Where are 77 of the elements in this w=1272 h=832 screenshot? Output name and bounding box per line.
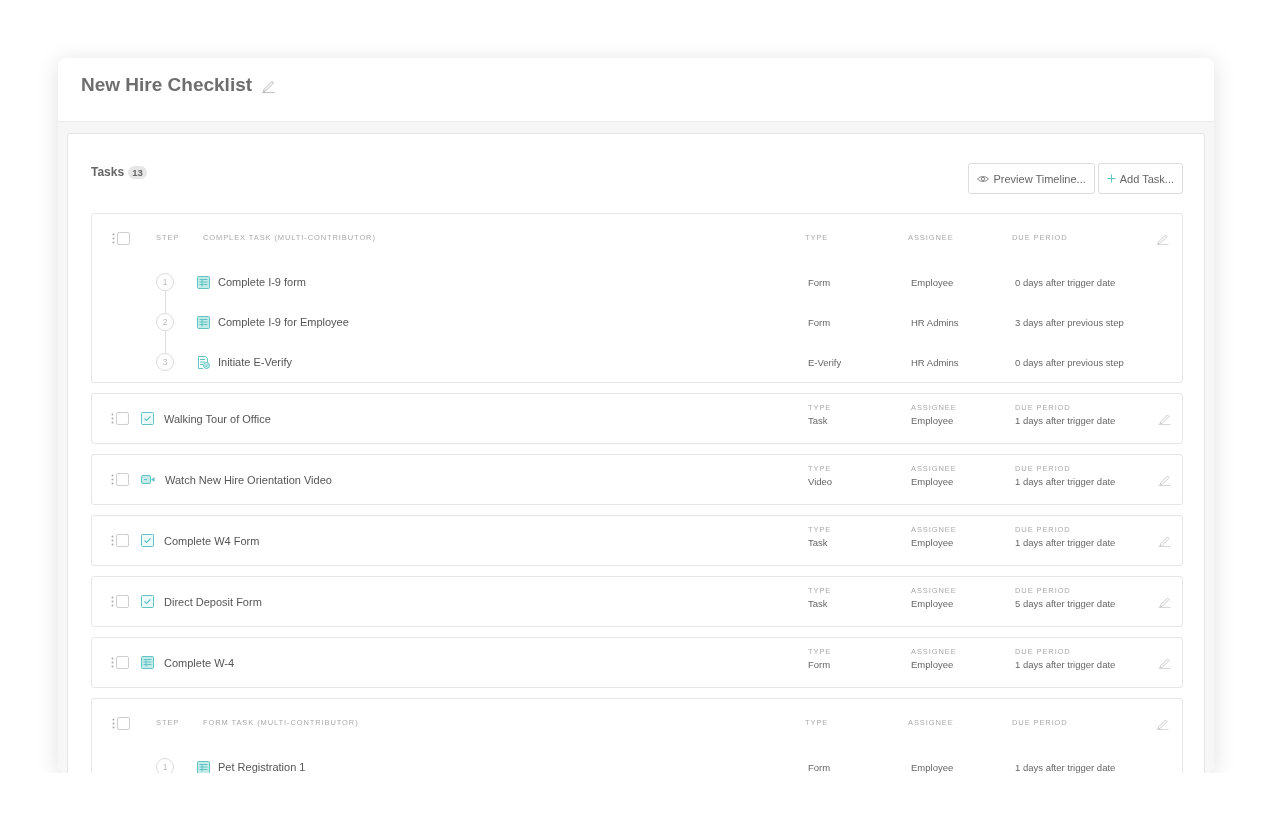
checkbox[interactable] bbox=[116, 534, 129, 547]
drag-handle-icon[interactable] bbox=[112, 232, 115, 244]
task-name[interactable]: Complete I-9 form bbox=[218, 275, 307, 289]
due-period-value: 1 days after trigger date bbox=[1015, 658, 1116, 671]
drag-handle-icon[interactable] bbox=[111, 657, 114, 668]
due-period-value: 1 days after trigger date bbox=[1015, 760, 1116, 773]
assignee-value: Employee bbox=[911, 536, 954, 549]
form-icon bbox=[141, 656, 154, 669]
due-period-value: 3 days after previous step bbox=[1015, 315, 1124, 329]
drag-handle-icon[interactable] bbox=[111, 413, 114, 424]
checkbox[interactable] bbox=[117, 716, 130, 730]
drag-handle-icon[interactable] bbox=[111, 535, 114, 546]
form-icon bbox=[197, 760, 210, 773]
assignee-value: Employee bbox=[911, 475, 954, 488]
drag-handle-icon[interactable] bbox=[111, 474, 114, 485]
type-value: Form bbox=[808, 658, 831, 671]
step-number: 3 bbox=[156, 353, 174, 371]
type-value: Form bbox=[808, 315, 831, 329]
pencil-icon[interactable] bbox=[1158, 534, 1171, 547]
type-value: Video bbox=[808, 475, 833, 488]
checkbox[interactable] bbox=[117, 231, 130, 245]
assignee-value: Employee bbox=[911, 760, 954, 773]
pencil-icon[interactable] bbox=[1158, 595, 1171, 608]
assignee-value: Employee bbox=[911, 597, 954, 610]
tasks-heading: Tasks bbox=[91, 164, 125, 180]
type-value: Form bbox=[808, 760, 831, 773]
type-value: Task bbox=[808, 414, 828, 427]
page-title: New Hire Checklist bbox=[81, 74, 253, 96]
document-check-icon bbox=[197, 355, 210, 369]
task-name[interactable]: Complete W-4 bbox=[164, 655, 235, 670]
step-connector bbox=[164, 291, 166, 313]
pencil-icon[interactable] bbox=[1158, 473, 1171, 486]
checkbox[interactable] bbox=[116, 595, 129, 608]
plus-icon bbox=[1106, 174, 1116, 183]
type-value: Form bbox=[808, 275, 831, 289]
task-count-badge: 13 bbox=[128, 165, 147, 179]
assignee-value: HR Admins bbox=[911, 355, 959, 369]
type-value: Task bbox=[808, 536, 828, 549]
type-value: E-Verify bbox=[808, 355, 842, 369]
add-task-button[interactable]: Add Task... bbox=[1097, 163, 1183, 194]
pencil-icon[interactable] bbox=[1158, 412, 1171, 425]
task-name[interactable]: Complete W4 Form bbox=[164, 533, 260, 548]
pencil-icon[interactable] bbox=[261, 78, 277, 93]
checkbox[interactable] bbox=[116, 412, 129, 425]
task-name[interactable]: Pet Registration 1 bbox=[218, 760, 306, 773]
due-period-value: 0 days after previous step bbox=[1015, 355, 1124, 369]
step-number: 1 bbox=[156, 273, 174, 291]
step-connector bbox=[164, 331, 166, 353]
assignee-value: Employee bbox=[911, 658, 954, 671]
due-period-value: 1 days after trigger date bbox=[1015, 475, 1116, 488]
checked-box-icon bbox=[141, 534, 154, 547]
eye-icon bbox=[977, 174, 990, 183]
preview-timeline-button[interactable]: Preview Timeline... bbox=[968, 163, 1095, 194]
checkbox[interactable] bbox=[116, 473, 129, 486]
step-number: 1 bbox=[156, 758, 174, 773]
drag-handle-icon[interactable] bbox=[111, 596, 114, 607]
pencil-icon[interactable] bbox=[1158, 656, 1171, 669]
assignee-value: Employee bbox=[911, 414, 954, 427]
assignee-value: HR Admins bbox=[911, 315, 959, 329]
due-period-value: 1 days after trigger date bbox=[1015, 536, 1116, 549]
task-name[interactable]: Initiate E-Verify bbox=[218, 355, 292, 369]
task-name[interactable]: Complete I-9 for Employee bbox=[218, 315, 349, 329]
due-period-value: 1 days after trigger date bbox=[1015, 414, 1116, 427]
task-name[interactable]: Direct Deposit Form bbox=[164, 594, 262, 609]
checkbox[interactable] bbox=[116, 656, 129, 669]
due-period-value: 5 days after trigger date bbox=[1015, 597, 1116, 610]
assignee-value: Employee bbox=[911, 275, 954, 289]
form-icon bbox=[197, 275, 210, 289]
checked-box-icon bbox=[141, 595, 154, 608]
drag-handle-icon[interactable] bbox=[112, 717, 115, 729]
form-icon bbox=[197, 315, 210, 329]
task-name[interactable]: Watch New Hire Orientation Video bbox=[165, 472, 332, 487]
type-value: Task bbox=[808, 597, 828, 610]
due-period-value: 0 days after trigger date bbox=[1015, 275, 1116, 289]
task-name[interactable]: Walking Tour of Office bbox=[164, 411, 271, 426]
checked-box-icon bbox=[141, 412, 154, 425]
video-camera-icon bbox=[141, 475, 155, 484]
